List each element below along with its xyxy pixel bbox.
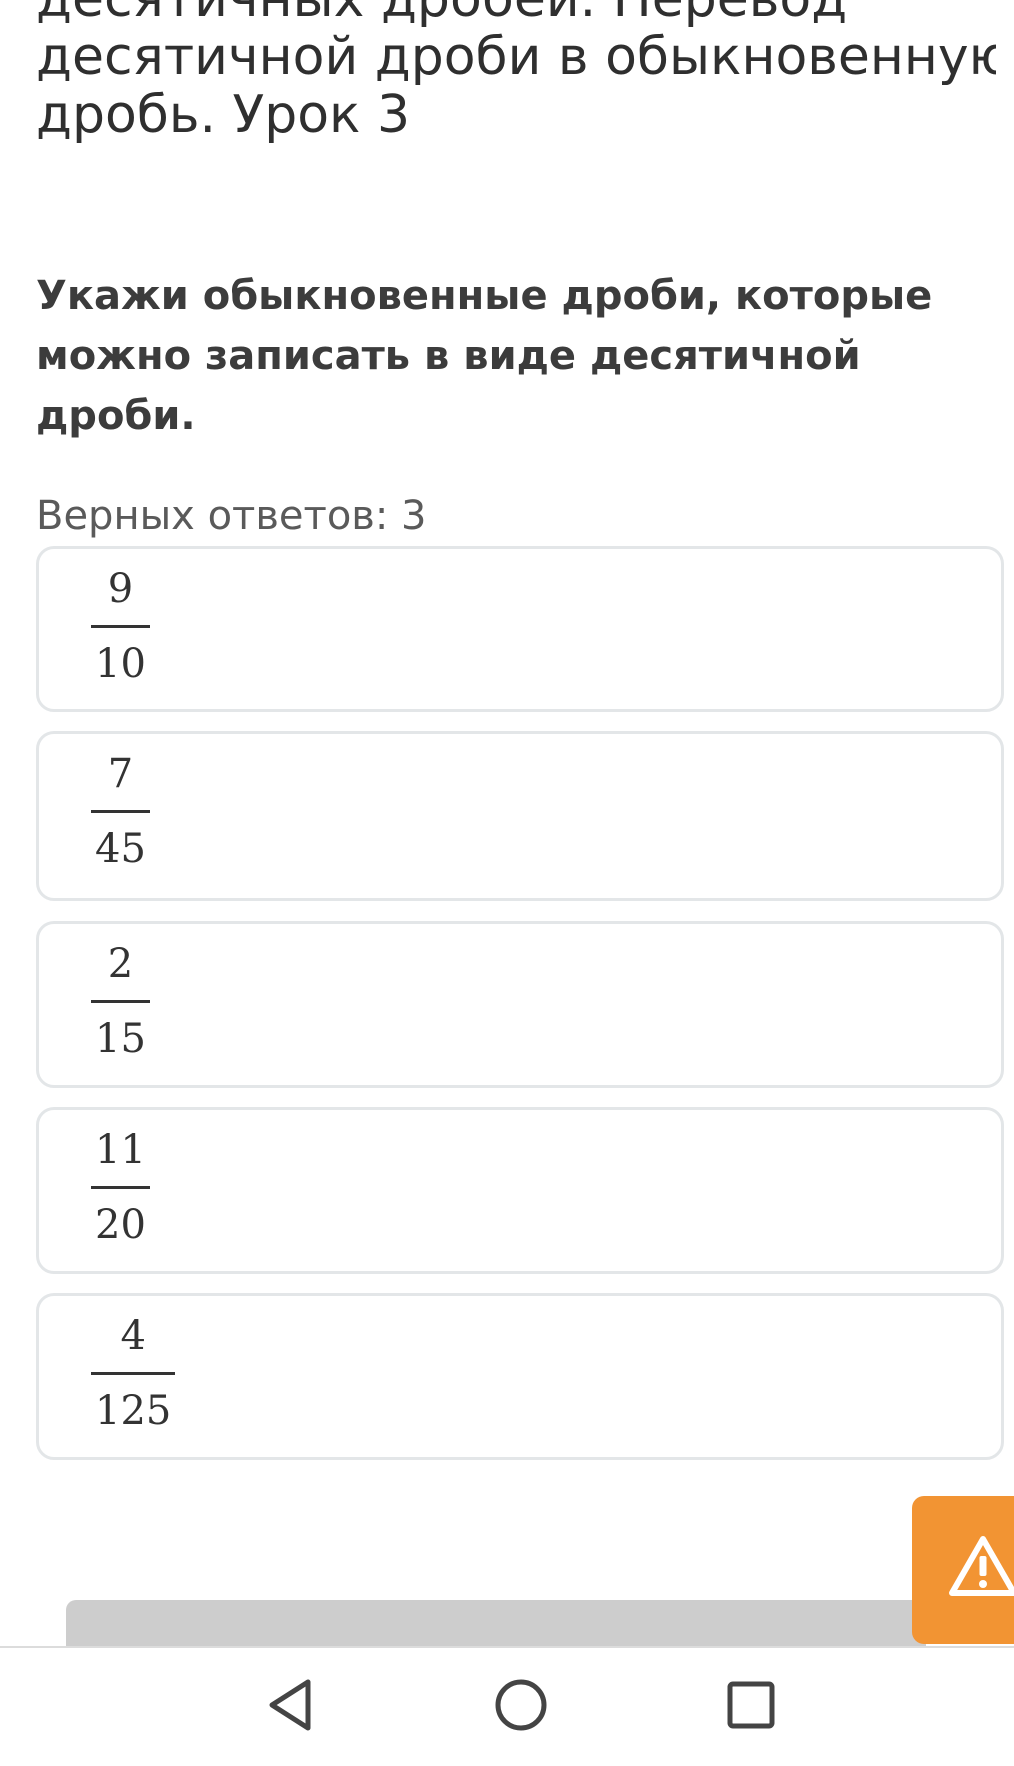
answer-option-5[interactable]: 4 125	[36, 1293, 1004, 1460]
submit-button[interactable]	[66, 1600, 926, 1646]
fraction: 11 20	[91, 1124, 150, 1251]
numerator: 7	[107, 751, 134, 797]
fraction-bar	[91, 1000, 150, 1003]
numerator: 11	[95, 1127, 146, 1173]
fraction-bar	[91, 1186, 150, 1189]
question-text: Укажи обыкновенные дроби, которые можно …	[36, 273, 933, 439]
lesson-title-line-2: десятичной дроби в обыкновенную	[36, 27, 996, 87]
lesson-title-line-1: десятичных дробей. Перевод	[36, 0, 996, 28]
fraction: 4 125	[91, 1310, 176, 1437]
denominator: 15	[95, 1016, 146, 1062]
denominator: 10	[95, 641, 146, 687]
fraction: 7 45	[91, 748, 150, 875]
denominator: 45	[95, 826, 146, 872]
lesson-title-line-3: дробь. Урок 3	[36, 85, 411, 145]
numerator: 9	[107, 566, 134, 612]
numerator: 4	[120, 1313, 146, 1359]
answer-option-2[interactable]: 7 45	[36, 731, 1004, 901]
back-triangle-icon[interactable]	[256, 1670, 326, 1740]
fraction-bar	[91, 810, 150, 813]
answer-option-1[interactable]: 9 10	[36, 546, 1004, 712]
lesson-title: десятичных дробей. Перевод десятичной др…	[36, 0, 996, 175]
fraction-bar	[91, 1372, 176, 1375]
numerator: 2	[107, 941, 134, 987]
correct-answers-count: Верных ответов: 3	[36, 493, 427, 539]
fraction: 2 15	[91, 938, 150, 1065]
recents-square-icon[interactable]	[716, 1670, 786, 1740]
denominator: 125	[95, 1388, 172, 1434]
warning-triangle-icon	[949, 1536, 1014, 1596]
answer-option-3[interactable]: 2 15	[36, 921, 1004, 1088]
denominator: 20	[95, 1202, 146, 1248]
system-navigation-bar	[0, 1646, 1014, 1766]
fraction: 9 10	[91, 563, 150, 690]
fraction-bar	[91, 625, 150, 628]
answer-option-4[interactable]: 11 20	[36, 1107, 1004, 1274]
home-circle-icon[interactable]	[486, 1670, 556, 1740]
report-problem-button[interactable]	[912, 1496, 1014, 1644]
